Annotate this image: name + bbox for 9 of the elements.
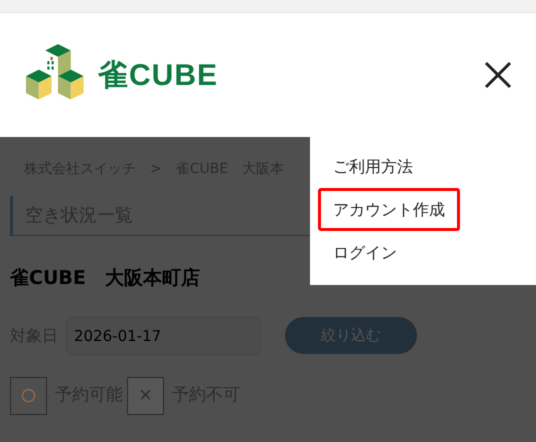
logo-text: 雀CUBE: [98, 58, 218, 94]
date-input-field[interactable]: 2026-01-17: [66, 316, 261, 354]
menu-item[interactable]: アカウント作成: [318, 188, 460, 232]
menu-item[interactable]: ご利用方法: [318, 145, 428, 188]
legend-symbol: ×: [127, 376, 164, 414]
legend-symbol: ○: [10, 376, 47, 414]
menu-item[interactable]: ログイン: [318, 231, 412, 275]
store-title: 雀CUBE 大阪本町店: [10, 266, 201, 291]
breadcrumb-separator: >: [150, 160, 162, 179]
